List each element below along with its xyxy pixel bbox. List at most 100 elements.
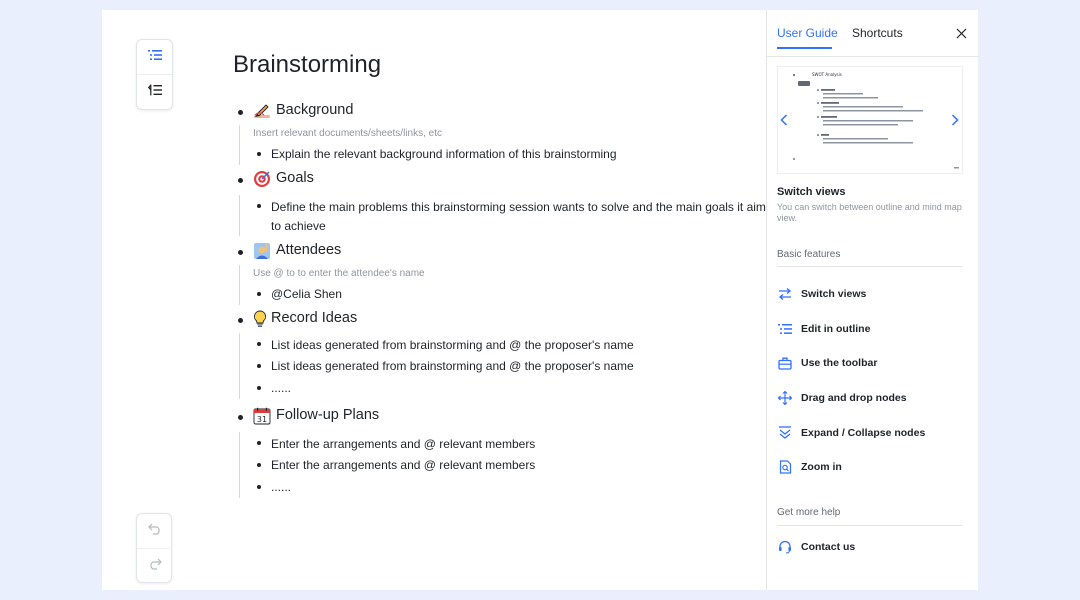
panel-tabs: User Guide Shortcuts bbox=[767, 10, 979, 57]
chevron-left-icon bbox=[780, 114, 788, 126]
section-label: Attendees bbox=[276, 242, 342, 258]
section-label: Goals bbox=[276, 170, 314, 186]
redo-icon bbox=[148, 557, 162, 575]
contact-label: Contact us bbox=[801, 541, 856, 553]
bullet-icon bbox=[257, 204, 261, 208]
outline-section-record-ideas: Record Ideas List ideas generated from b… bbox=[233, 309, 773, 399]
bullet-icon bbox=[238, 318, 243, 323]
redo-button[interactable] bbox=[137, 548, 172, 582]
list-item[interactable]: ...... bbox=[253, 377, 773, 399]
list-item[interactable]: List ideas generated from brainstorming … bbox=[253, 333, 773, 355]
preview-heading: SWOT Analysis bbox=[812, 72, 842, 77]
section-note: Use @ to to enter the attendee's name bbox=[253, 268, 425, 279]
section-body: Enter the arrangements and @ relevant me… bbox=[239, 432, 773, 498]
writing-hand-icon bbox=[253, 102, 271, 120]
list-item-text: @Celia Shen bbox=[271, 287, 342, 301]
user-guide-panel: User Guide Shortcuts SWOT Analysis Switc… bbox=[766, 10, 979, 590]
contact-us-link[interactable]: Contact us bbox=[777, 538, 855, 556]
bullet-icon bbox=[257, 386, 261, 390]
feature-drag-and-drop-nodes[interactable]: Drag and drop nodes bbox=[777, 389, 907, 407]
outline-view-button[interactable] bbox=[137, 40, 172, 74]
feature-label: Switch views bbox=[801, 288, 867, 300]
history-toolbar bbox=[136, 513, 172, 583]
list-item[interactable]: List ideas generated from brainstorming … bbox=[253, 355, 773, 377]
bullet-icon bbox=[257, 364, 261, 368]
calendar-day: 31 bbox=[257, 415, 267, 424]
bullet-icon bbox=[257, 441, 261, 445]
page-title[interactable]: Brainstorming bbox=[233, 51, 381, 79]
section-heading[interactable]: Record Ideas bbox=[233, 309, 773, 331]
outline-view-icon bbox=[147, 48, 162, 66]
expand-collapse-icon bbox=[777, 425, 793, 441]
list-item-text: List ideas generated from brainstorming … bbox=[271, 359, 634, 373]
list-item[interactable]: @Celia Shen bbox=[253, 283, 773, 305]
zoom-doc-icon bbox=[777, 459, 793, 475]
undo-button[interactable] bbox=[137, 514, 172, 548]
feature-switch-views[interactable]: Switch views bbox=[777, 285, 866, 303]
tab-user-guide[interactable]: User Guide bbox=[777, 26, 838, 40]
section-body: Define the main problems this brainstorm… bbox=[239, 195, 773, 236]
help-heading: Get more help bbox=[777, 507, 841, 518]
person-raising-hand-icon bbox=[253, 242, 271, 260]
feature-preview-image: SWOT Analysis bbox=[777, 66, 963, 174]
bullet-icon bbox=[238, 178, 243, 183]
section-label: Record Ideas bbox=[271, 310, 358, 326]
list-item-text: ...... bbox=[271, 480, 292, 494]
toolbox-icon bbox=[777, 355, 793, 371]
feature-label: Zoom in bbox=[801, 461, 842, 473]
list-item-text: ...... bbox=[271, 381, 292, 395]
bullet-icon bbox=[238, 415, 243, 420]
feature-label: Edit in outline bbox=[801, 323, 871, 335]
divider bbox=[777, 266, 963, 267]
feature-zoom-in[interactable]: Zoom in bbox=[777, 458, 842, 476]
feature-use-the-toolbar[interactable]: Use the toolbar bbox=[777, 354, 877, 372]
bullet-icon bbox=[257, 485, 261, 489]
list-item-text: Explain the relevant background informat… bbox=[271, 147, 617, 161]
feature-expand-collapse-nodes[interactable]: Expand / Collapse nodes bbox=[777, 424, 925, 442]
list-item-text: List ideas generated from brainstorming … bbox=[271, 338, 634, 352]
collapse-outline-icon bbox=[147, 83, 162, 101]
bullet-icon bbox=[257, 292, 261, 296]
list-item[interactable]: Define the main problems this brainstorm… bbox=[253, 195, 773, 236]
section-note: Insert relevant documents/sheets/links, … bbox=[253, 128, 442, 139]
move-arrows-icon bbox=[777, 390, 793, 406]
outline-section-attendees: Attendees Use @ to to enter the attendee… bbox=[233, 241, 773, 305]
section-heading[interactable]: Attendees bbox=[233, 241, 773, 263]
list-item[interactable]: Enter the arrangements and @ relevant me… bbox=[253, 432, 773, 454]
feature-description: You can switch between outline and mind … bbox=[777, 202, 962, 223]
active-tab-indicator bbox=[777, 47, 832, 49]
calendar-icon: 31 bbox=[253, 407, 271, 425]
list-item[interactable]: Enter the arrangements and @ relevant me… bbox=[253, 454, 773, 476]
headset-icon bbox=[777, 539, 793, 555]
basic-features-heading: Basic features bbox=[777, 249, 841, 260]
collapse-outline-button[interactable] bbox=[137, 74, 172, 108]
section-body: Insert relevant documents/sheets/links, … bbox=[239, 125, 773, 165]
list-item-text: Enter the arrangements and @ relevant me… bbox=[271, 458, 536, 472]
list-item[interactable]: Explain the relevant background informat… bbox=[253, 143, 773, 165]
section-heading[interactable]: Goals bbox=[233, 169, 773, 191]
feature-label: Drag and drop nodes bbox=[801, 392, 907, 404]
bullet-icon bbox=[257, 342, 261, 346]
divider bbox=[777, 525, 963, 526]
bullet-icon bbox=[238, 250, 243, 255]
close-panel-button[interactable] bbox=[953, 25, 969, 41]
mindnote-canvas: Brainstorming Background Insert relevant… bbox=[102, 10, 979, 590]
section-label: Follow-up Plans bbox=[276, 407, 380, 423]
tab-shortcuts[interactable]: Shortcuts bbox=[852, 26, 903, 40]
bullet-icon bbox=[257, 152, 261, 156]
close-icon bbox=[956, 28, 966, 38]
section-heading[interactable]: Background bbox=[233, 101, 773, 123]
target-icon bbox=[253, 170, 271, 188]
outline-section-background: Background Insert relevant documents/she… bbox=[233, 101, 773, 165]
bullet-icon bbox=[238, 110, 243, 115]
next-slide-button[interactable] bbox=[948, 113, 962, 127]
feature-label: Use the toolbar bbox=[801, 357, 878, 369]
previous-slide-button[interactable] bbox=[777, 113, 791, 127]
section-body: List ideas generated from brainstorming … bbox=[239, 333, 773, 399]
section-heading[interactable]: 31 Follow-up Plans bbox=[233, 406, 773, 428]
list-item-text: Enter the arrangements and @ relevant me… bbox=[271, 437, 536, 451]
list-item[interactable]: ...... bbox=[253, 476, 773, 498]
feature-edit-in-outline[interactable]: Edit in outline bbox=[777, 320, 870, 338]
feature-title: Switch views bbox=[777, 186, 846, 198]
switch-arrows-icon bbox=[777, 286, 793, 302]
